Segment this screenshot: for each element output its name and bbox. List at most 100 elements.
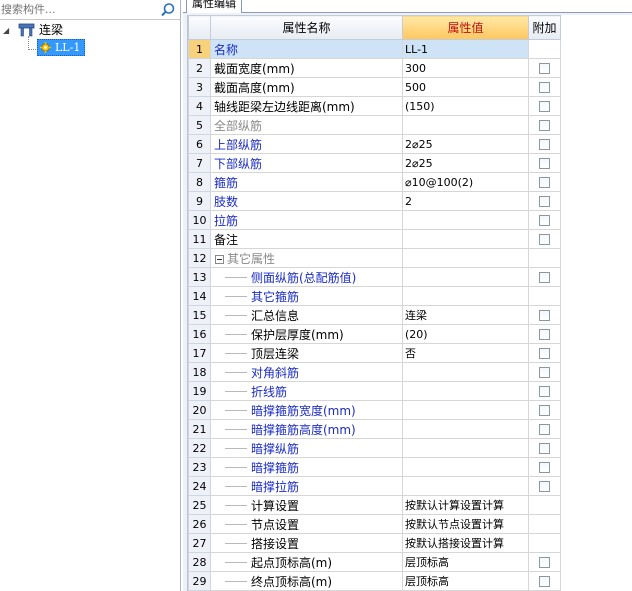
property-name-cell[interactable]: 备注 <box>210 229 403 249</box>
property-value[interactable]: 层顶标高 <box>402 571 529 591</box>
property-value[interactable]: LL-1 <box>402 39 529 59</box>
row-number[interactable]: 28 <box>188 552 211 572</box>
property-name-cell[interactable]: 折线筋 <box>210 381 403 401</box>
table-row[interactable]: 16 保护层厚度(mm) (20) <box>188 324 632 344</box>
table-row[interactable]: 6 上部纵筋 2⌀25 <box>188 134 632 154</box>
row-number[interactable]: 23 <box>188 457 211 477</box>
extra-cell[interactable] <box>528 419 561 439</box>
extra-cell[interactable] <box>528 77 561 97</box>
property-value[interactable]: 2⌀25 <box>402 153 529 173</box>
tree-item-lianliang[interactable]: 连梁 <box>39 22 63 39</box>
property-name-cell[interactable]: 保护层厚度(mm) <box>210 324 403 344</box>
table-row[interactable]: 19 折线筋 <box>188 381 632 401</box>
row-number[interactable]: 16 <box>188 324 211 344</box>
property-name-cell[interactable]: 全部纵筋 <box>210 115 403 135</box>
extra-cell[interactable] <box>528 58 561 78</box>
property-name-cell[interactable]: 截面宽度(mm) <box>210 58 403 78</box>
extra-checkbox[interactable] <box>539 196 550 207</box>
extra-checkbox[interactable] <box>539 367 550 378</box>
property-value[interactable] <box>402 286 529 306</box>
table-row[interactable]: 21 暗撑箍筋高度(mm) <box>188 419 632 439</box>
property-value[interactable]: 300 <box>402 58 529 78</box>
property-name-cell[interactable]: 上部纵筋 <box>210 134 403 154</box>
row-number[interactable]: 12 <box>188 248 211 268</box>
extra-cell[interactable] <box>528 134 561 154</box>
extra-checkbox[interactable] <box>539 272 550 283</box>
property-name-cell[interactable]: 暗撑箍筋宽度(mm) <box>210 400 403 420</box>
property-name-cell[interactable]: 暗撑箍筋高度(mm) <box>210 419 403 439</box>
extra-checkbox[interactable] <box>539 215 550 226</box>
property-value[interactable] <box>402 115 529 135</box>
extra-cell[interactable] <box>528 438 561 458</box>
row-number[interactable]: 24 <box>188 476 211 496</box>
row-number[interactable]: 21 <box>188 419 211 439</box>
table-row[interactable]: 22 暗撑纵筋 <box>188 438 632 458</box>
property-name-cell[interactable]: 名称 <box>210 39 403 59</box>
extra-checkbox[interactable] <box>539 101 550 112</box>
property-name-cell[interactable]: 轴线距梁左边线距离(mm) <box>210 96 403 116</box>
table-row[interactable]: 12 其它属性 <box>188 248 632 268</box>
header-extra[interactable]: 附加 <box>528 15 561 40</box>
header-name[interactable]: 属性名称 <box>210 15 403 40</box>
row-number[interactable]: 27 <box>188 533 211 553</box>
property-name-cell[interactable]: 肢数 <box>210 191 403 211</box>
property-value[interactable]: 按默认计算设置计算 <box>402 495 529 515</box>
extra-checkbox[interactable] <box>539 405 550 416</box>
row-number[interactable]: 18 <box>188 362 211 382</box>
header-value[interactable]: 属性值 <box>402 15 529 40</box>
extra-checkbox[interactable] <box>539 348 550 359</box>
property-value[interactable]: 2⌀25 <box>402 134 529 154</box>
collapse-icon[interactable] <box>215 254 224 264</box>
table-row[interactable]: 18 对角斜筋 <box>188 362 632 382</box>
property-value[interactable] <box>402 438 529 458</box>
table-row[interactable]: 7 下部纵筋 2⌀25 <box>188 153 632 173</box>
row-number[interactable]: 25 <box>188 495 211 515</box>
table-row[interactable]: 11 备注 <box>188 229 632 249</box>
search-icon[interactable] <box>159 1 177 19</box>
table-row[interactable]: 25 计算设置 按默认计算设置计算 <box>188 495 632 515</box>
property-value[interactable]: 按默认搭接设置计算 <box>402 533 529 553</box>
table-row[interactable]: 5 全部纵筋 <box>188 115 632 135</box>
extra-cell[interactable] <box>528 229 561 249</box>
row-number[interactable]: 3 <box>188 77 211 97</box>
property-name-cell[interactable]: 对角斜筋 <box>210 362 403 382</box>
row-number[interactable]: 8 <box>188 172 211 192</box>
property-name-cell[interactable]: 暗撑纵筋 <box>210 438 403 458</box>
table-row[interactable]: 3 截面高度(mm) 500 <box>188 77 632 97</box>
extra-cell[interactable] <box>528 476 561 496</box>
property-value[interactable] <box>402 229 529 249</box>
property-name-cell[interactable]: 侧面纵筋(总配筋值) <box>210 267 403 287</box>
property-name-cell[interactable]: 箍筋 <box>210 172 403 192</box>
table-row[interactable]: 23 暗撑箍筋 <box>188 457 632 477</box>
row-number[interactable]: 15 <box>188 305 211 325</box>
table-row[interactable]: 20 暗撑箍筋宽度(mm) <box>188 400 632 420</box>
table-row[interactable]: 29 终点顶标高(m) 层顶标高 <box>188 571 632 591</box>
extra-cell[interactable] <box>528 381 561 401</box>
property-name-cell[interactable]: 顶层连梁 <box>210 343 403 363</box>
property-name-cell[interactable]: 截面高度(mm) <box>210 77 403 97</box>
row-number[interactable]: 14 <box>188 286 211 306</box>
search-input[interactable] <box>0 0 155 19</box>
extra-checkbox[interactable] <box>539 329 550 340</box>
extra-cell[interactable] <box>528 343 561 363</box>
extra-cell[interactable] <box>528 115 561 135</box>
property-name-cell[interactable]: 节点设置 <box>210 514 403 534</box>
row-number[interactable]: 10 <box>188 210 211 230</box>
table-row[interactable]: 1 名称 LL-1 <box>188 39 632 59</box>
row-number[interactable]: 5 <box>188 115 211 135</box>
row-number[interactable]: 26 <box>188 514 211 534</box>
extra-cell[interactable] <box>528 324 561 344</box>
property-value[interactable] <box>402 248 529 268</box>
extra-checkbox[interactable] <box>539 63 550 74</box>
property-name-cell[interactable]: 下部纵筋 <box>210 153 403 173</box>
property-value[interactable]: (150) <box>402 96 529 116</box>
row-number[interactable]: 20 <box>188 400 211 420</box>
table-row[interactable]: 15 汇总信息 连梁 <box>188 305 632 325</box>
extra-cell[interactable] <box>528 457 561 477</box>
row-number[interactable]: 9 <box>188 191 211 211</box>
extra-cell[interactable] <box>528 400 561 420</box>
property-value[interactable]: 否 <box>402 343 529 363</box>
property-name-cell[interactable]: 暗撑拉筋 <box>210 476 403 496</box>
extra-checkbox[interactable] <box>539 576 550 587</box>
extra-checkbox[interactable] <box>539 139 550 150</box>
